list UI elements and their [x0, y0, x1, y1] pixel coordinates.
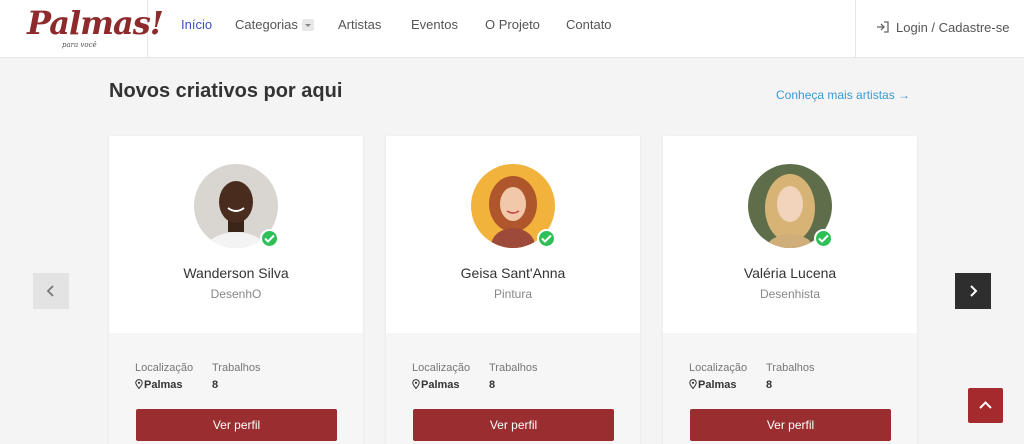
section-title: Novos criativos por aqui [109, 80, 343, 102]
scroll-to-top-button[interactable] [968, 388, 1003, 423]
view-profile-button[interactable]: Ver perfil [136, 409, 337, 441]
nav-item-artistas[interactable]: Artistas [338, 17, 381, 32]
view-profile-button[interactable]: Ver perfil [413, 409, 614, 441]
avatar[interactable] [748, 164, 833, 248]
location-pin-icon [412, 379, 420, 389]
nav-item-categorias[interactable]: Categorias [235, 17, 314, 32]
avatar[interactable] [471, 164, 556, 248]
location-text: Palmas [698, 379, 737, 391]
nav-item-o-projeto[interactable]: O Projeto [485, 17, 540, 32]
verified-icon [260, 229, 279, 248]
login-label: Login / Cadastre-se [896, 20, 1010, 35]
artist-name: Geisa Sant'Anna [460, 265, 566, 281]
works-count: 8 [766, 379, 773, 391]
location-text: Palmas [144, 379, 183, 391]
login-icon [877, 21, 889, 33]
artist-name: Valéria Lucena [743, 265, 837, 281]
works-count: 8 [212, 379, 219, 391]
logo-text: Palmas! [27, 4, 164, 42]
location-value: Palmas [135, 379, 183, 391]
works-label: Trabalhos [766, 362, 815, 374]
location-label: Localização [135, 362, 194, 374]
location-text: Palmas [421, 379, 460, 391]
location-value: Palmas [689, 379, 737, 391]
nav-item-contato[interactable]: Contato [566, 17, 612, 32]
chevron-up-icon [979, 401, 992, 409]
artist-role: DesenhO [210, 287, 262, 301]
works-label: Trabalhos [489, 362, 538, 374]
carousel-prev-button[interactable] [33, 273, 69, 309]
top-navbar: Palmas! para você Início Categorias Arti… [0, 0, 1024, 58]
verified-icon [814, 229, 833, 248]
avatar[interactable] [194, 164, 279, 248]
chevron-left-icon [46, 285, 54, 297]
site-logo[interactable]: Palmas! para você [0, 0, 164, 58]
location-pin-icon [135, 379, 143, 389]
artist-card: Wanderson Silva DesenhO Localização Trab… [109, 136, 363, 444]
works-count: 8 [489, 379, 496, 391]
verified-icon [537, 229, 556, 248]
location-label: Localização [412, 362, 471, 374]
view-profile-button[interactable]: Ver perfil [690, 409, 891, 441]
nav-item-inicio[interactable]: Início [181, 17, 212, 32]
location-label: Localização [689, 362, 748, 374]
works-label: Trabalhos [212, 362, 261, 374]
login-button[interactable]: Login / Cadastre-se [855, 0, 1024, 58]
artist-name: Wanderson Silva [183, 265, 289, 281]
chevron-down-icon[interactable] [301, 18, 314, 31]
nav-item-label: Categorias [235, 17, 298, 32]
logo-tagline: para você [62, 41, 97, 49]
nav-item-eventos[interactable]: Eventos [411, 17, 458, 32]
chevron-right-icon [970, 285, 978, 297]
artist-role: Pintura [493, 287, 533, 301]
more-artists-link[interactable]: Conheça mais artistas → [776, 88, 910, 102]
artist-card: Geisa Sant'Anna Pintura Localização Trab… [386, 136, 640, 444]
carousel-next-button[interactable] [955, 273, 991, 309]
artist-card: Valéria Lucena Desenhista Localização Tr… [663, 136, 917, 444]
artist-role: Desenhista [759, 287, 821, 301]
location-value: Palmas [412, 379, 460, 391]
location-pin-icon [689, 379, 697, 389]
